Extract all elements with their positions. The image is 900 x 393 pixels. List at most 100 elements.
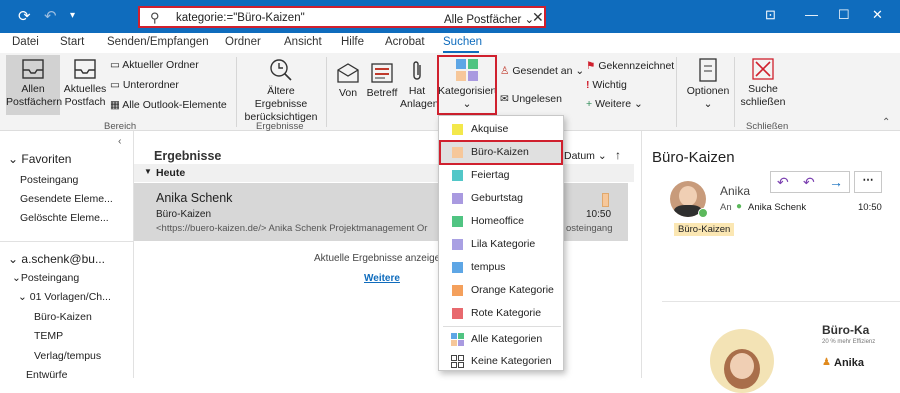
older-results-button[interactable]: Ältere Ergebnisse berücksichtigen [240, 57, 322, 124]
mail-folder: osteingang [566, 223, 613, 234]
signature-photo [710, 329, 774, 393]
category-akquise[interactable]: Akquise [439, 118, 563, 140]
close-search-button[interactable]: Suche schließen [738, 57, 788, 109]
all-mailboxes-button[interactable]: Allen Postfächern [6, 57, 62, 109]
folder-vorlagen[interactable]: ⌄ 01 Vorlagen/Ch... [18, 291, 111, 303]
ribbon-separator [676, 57, 677, 127]
signature-name: Anika [834, 357, 864, 369]
tab-suchen[interactable]: Suchen [443, 36, 482, 48]
category-swatch-icon [452, 124, 463, 135]
more-filters-button[interactable]: + Weitere ⌄ [586, 98, 643, 110]
category-swatch-icon [452, 262, 463, 273]
flagged-button[interactable]: ⚑ Gekennzeichnet [586, 60, 674, 72]
current-mailbox-button[interactable]: Aktuelles Postfach [62, 57, 108, 109]
clear-search-icon[interactable]: ✕ [532, 9, 544, 26]
mailbox-icon [74, 59, 96, 79]
subfolders-button[interactable]: ▭ Unterordner [110, 79, 179, 91]
tab-datei[interactable]: Datei [12, 36, 39, 48]
buero-kaizen-highlight [439, 140, 563, 165]
signature-brand: Büro-Ka [822, 323, 870, 337]
chevron-down-icon: ⌄ [8, 152, 19, 166]
category-badge: Büro-Kaizen [674, 223, 735, 236]
favorites-header[interactable]: ⌄ Favoriten [8, 152, 71, 166]
account-header[interactable]: ⌄ a.schenk@bu... [8, 252, 105, 266]
category-swatch-icon [452, 239, 463, 250]
subject-button[interactable]: Betreff [366, 61, 398, 100]
search-scope-dropdown[interactable]: Alle Postfächer ⌄ [444, 12, 534, 26]
no-categories-item[interactable]: Keine Kategorien [439, 350, 563, 372]
qat-dropdown[interactable]: ▾ [70, 10, 75, 21]
chevron-down-icon: ▼ [144, 167, 152, 176]
reply-all-icon[interactable]: ↶ [803, 174, 815, 191]
sent-to-button[interactable]: ♙ Gesendet an ⌄ [500, 65, 584, 77]
tab-ansicht[interactable]: Ansicht [284, 36, 322, 48]
reading-title: Büro-Kaizen [652, 149, 735, 166]
fav-geloeschte[interactable]: Gelöschte Eleme... [20, 212, 109, 224]
search-input[interactable]: kategorie:="Büro-Kaizen" [176, 12, 305, 24]
action-group: ↶ ↶ → [770, 171, 850, 193]
paperclip-icon [413, 61, 421, 80]
more-actions-icon[interactable]: ⋯ [854, 171, 882, 193]
fav-posteingang[interactable]: Posteingang [20, 174, 78, 186]
mail-subject: Büro-Kaizen [156, 209, 212, 220]
has-attachments-button[interactable]: Hat Anlagen [400, 59, 439, 111]
tab-start[interactable]: Start [60, 36, 84, 48]
folder-verlag-tempus[interactable]: Verlag/tempus [34, 350, 101, 362]
all-categories-icon [451, 333, 464, 346]
tab-ordner[interactable]: Ordner [225, 36, 261, 48]
chevron-down-icon: ⌄ [8, 252, 19, 266]
minimize-icon[interactable]: — [805, 7, 818, 22]
category-homeoffice[interactable]: Homeoffice [439, 210, 563, 232]
collapse-ribbon-icon[interactable]: ⌃ [882, 117, 890, 128]
subject-icon [371, 63, 393, 83]
flag-icon: ⚑ [586, 60, 596, 72]
category-tag-icon [602, 193, 609, 207]
categorized-highlight [437, 55, 497, 115]
category-feiertag[interactable]: Feiertag [439, 164, 563, 186]
close-search-icon [752, 58, 774, 80]
unread-button[interactable]: ✉ Ungelesen [500, 93, 562, 105]
search-box[interactable]: ⚲ kategorie:="Büro-Kaizen" Alle Postfäch… [138, 6, 546, 28]
reply-icon[interactable]: ↶ [777, 174, 789, 191]
sort-dropdown[interactable]: Datum ⌄ [564, 150, 607, 162]
fav-gesendete[interactable]: Gesendete Eleme... [20, 193, 113, 205]
folder-buero-kaizen[interactable]: Büro-Kaizen [34, 311, 92, 323]
folder-entwuerfe[interactable]: Entwürfe [26, 369, 67, 381]
from-button[interactable]: Von [333, 61, 363, 100]
tab-hilfe[interactable]: Hilfe [341, 36, 364, 48]
ribbon-tabs: Datei Start Senden/Empfangen Ordner Ansi… [0, 33, 900, 53]
tab-senden-empfangen[interactable]: Senden/Empfangen [107, 36, 209, 48]
tab-acrobat[interactable]: Acrobat [385, 36, 425, 48]
category-orange[interactable]: Orange Kategorie [439, 279, 563, 301]
collapse-pane-icon[interactable]: ‹ [118, 135, 122, 147]
folder-temp[interactable]: TEMP [34, 330, 63, 342]
all-categories-item[interactable]: Alle Kategorien [439, 328, 563, 350]
folder-pane: ‹ ⌄ Favoriten Posteingang Gesendete Elem… [0, 131, 133, 381]
category-lila[interactable]: Lila Kategorie [439, 233, 563, 255]
current-folder-button[interactable]: ▭ Aktueller Ordner [110, 59, 199, 71]
undo-icon[interactable]: ↶ [44, 7, 57, 25]
all-outlook-items-button[interactable]: ▦ Alle Outlook-Elemente [110, 99, 227, 111]
reading-from: Anika [720, 184, 751, 198]
restore-ribbon-icon[interactable]: ⊡ [765, 7, 776, 23]
no-categories-icon [451, 355, 464, 368]
title-bar: ⟳ ↶ ▾ ⚲ kategorie:="Büro-Kaizen" Alle Po… [0, 0, 900, 33]
category-rot[interactable]: Rote Kategorie [439, 302, 563, 324]
important-button[interactable]: ! Wichtig [586, 79, 627, 91]
category-geburtstag[interactable]: Geburtstag [439, 187, 563, 209]
options-button[interactable]: Optionen ⌄ [684, 57, 732, 111]
person-icon: ♟ [822, 357, 831, 368]
sync-icon[interactable]: ⟳ [18, 7, 31, 25]
close-icon[interactable]: ✕ [872, 7, 883, 23]
forward-icon[interactable]: → [829, 174, 843, 190]
reading-time: 10:50 [858, 202, 882, 213]
inbox-tray-icon [22, 59, 44, 79]
envelope-icon: ✉ [500, 93, 509, 105]
category-swatch-icon [452, 285, 463, 296]
sort-direction-icon[interactable]: ↑ [615, 148, 621, 162]
more-results-link[interactable]: Weitere [364, 273, 400, 284]
maximize-icon[interactable]: ☐ [838, 7, 850, 23]
category-swatch-icon [452, 216, 463, 227]
category-tempus[interactable]: tempus [439, 256, 563, 278]
folder-posteingang[interactable]: ⌄Posteingang [12, 272, 79, 284]
